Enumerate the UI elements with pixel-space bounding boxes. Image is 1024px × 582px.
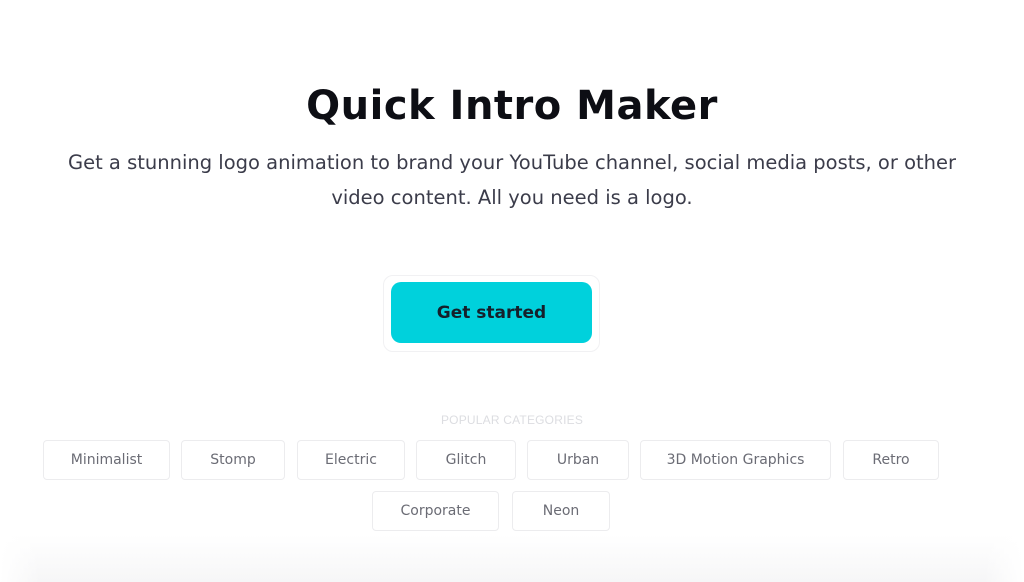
get-started-button[interactable]: Get started — [391, 282, 592, 343]
category-chip-urban[interactable]: Urban — [527, 440, 629, 480]
subtitle-line-2: video content. All you need is a logo. — [331, 186, 693, 209]
category-chip-3d-motion-graphics[interactable]: 3D Motion Graphics — [640, 440, 831, 480]
category-chip-corporate[interactable]: Corporate — [372, 491, 499, 531]
category-chip-electric[interactable]: Electric — [297, 440, 405, 480]
page-title: Quick Intro Maker — [306, 83, 718, 129]
popular-categories-label: POPULAR CATEGORIES — [440, 413, 584, 427]
intro-maker-page: Quick Intro Maker Get a stunning logo an… — [0, 0, 1024, 582]
subtitle-line-1: Get a stunning logo animation to brand y… — [67, 151, 957, 174]
category-chip-neon[interactable]: Neon — [512, 491, 610, 531]
category-chip-minimalist[interactable]: Minimalist — [43, 440, 170, 480]
category-chip-glitch[interactable]: Glitch — [416, 440, 516, 480]
bottom-section-shadow — [0, 535, 1024, 582]
page-subtitle: Get a stunning logo animation to brand y… — [20, 145, 1004, 215]
category-chip-retro[interactable]: Retro — [843, 440, 939, 480]
category-chip-stomp[interactable]: Stomp — [181, 440, 285, 480]
